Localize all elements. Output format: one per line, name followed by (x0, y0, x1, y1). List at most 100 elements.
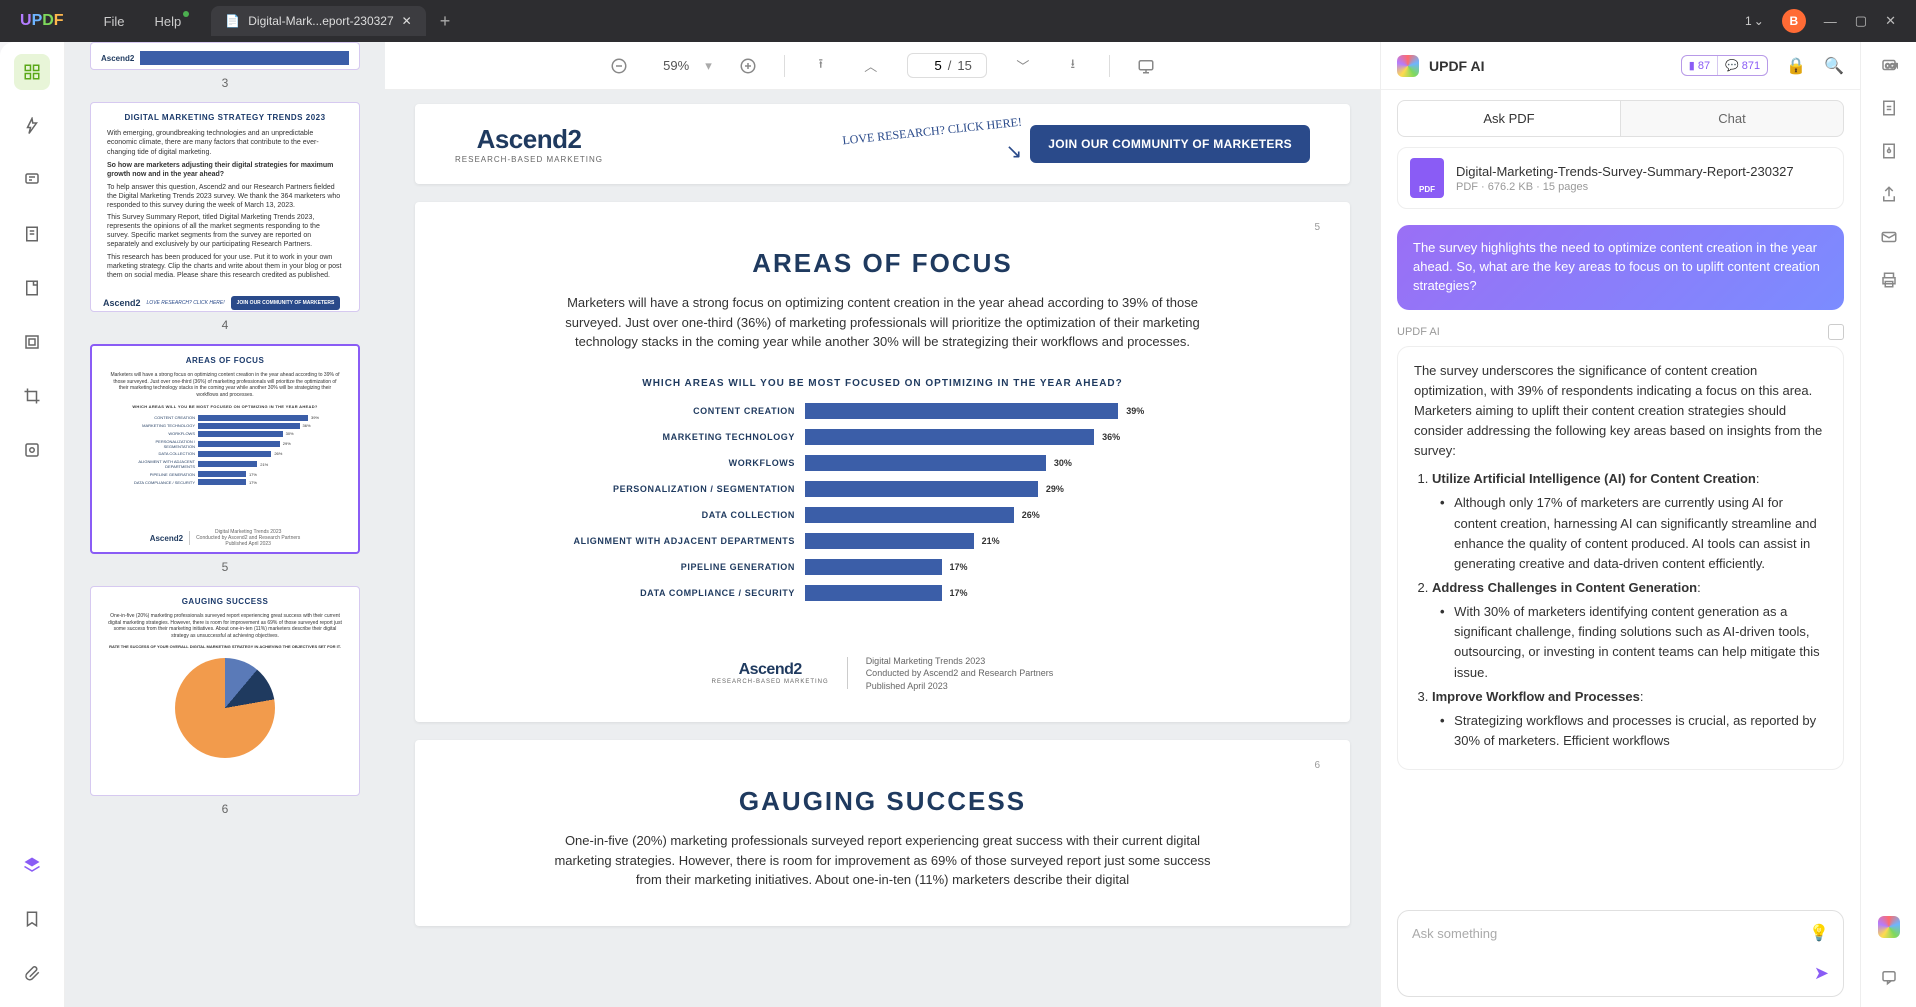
thumbnail[interactable]: DIGITAL MARKETING STRATEGY TRENDS 2023 W… (89, 102, 361, 332)
chat-body[interactable]: The survey highlights the need to optimi… (1381, 219, 1860, 900)
close-tab-icon[interactable]: ✕ (402, 14, 412, 28)
comment-icon[interactable] (14, 162, 50, 198)
file-icon: 📄 (225, 14, 240, 28)
last-page-button[interactable]: ⭳ (1059, 52, 1087, 80)
thumb-title: AREAS OF FOCUS (108, 356, 342, 366)
main-content: Ascend2 3 DIGITAL MARKETING STRATEGY TRE… (0, 42, 1916, 1007)
print-icon[interactable] (1880, 271, 1898, 294)
file-name: Digital-Marketing-Trends-Survey-Summary-… (1456, 164, 1794, 179)
right-sidebar: OCR (1860, 42, 1916, 1007)
arrow-icon: ↘ (1005, 139, 1022, 164)
protect-icon[interactable] (1880, 142, 1898, 165)
copy-icon[interactable] (1828, 324, 1844, 340)
thumb-title: GAUGING SUCCESS (107, 597, 343, 607)
page-input[interactable] (922, 58, 942, 73)
first-page-button[interactable]: ⭱ (807, 52, 835, 80)
maximize-icon[interactable]: ▢ (1855, 13, 1867, 29)
thumb-number: 4 (89, 318, 361, 332)
document-scroll[interactable]: Ascend2 RESEARCH-BASED MARKETING LOVE RE… (385, 90, 1380, 1007)
page-indicator[interactable]: / 15 (907, 53, 987, 78)
credit-badge[interactable]: ▮87 💬871 (1681, 55, 1768, 76)
document-tab[interactable]: 📄 Digital-Mark...eport-230327 ✕ (211, 6, 425, 36)
form-icon[interactable] (14, 432, 50, 468)
next-page-button[interactable]: ﹀ (1009, 52, 1037, 80)
presentation-button[interactable] (1132, 52, 1160, 80)
ai-input-placeholder[interactable]: Ask something (1412, 926, 1809, 941)
attachment-icon[interactable] (14, 955, 50, 991)
body-text: Marketers will have a strong focus on op… (543, 293, 1223, 352)
feedback-icon[interactable] (1880, 968, 1898, 991)
viewer-toolbar: 59% ▾ ⭱ ︿ / 15 ﹀ ⭳ (385, 42, 1380, 90)
app-logo: UPDF (0, 12, 84, 30)
thumb-title: DIGITAL MARKETING STRATEGY TRENDS 2023 (107, 113, 343, 123)
layers-icon[interactable] (14, 847, 50, 883)
page-total: 15 (957, 58, 971, 73)
bookmark-ribbon-icon[interactable] (14, 901, 50, 937)
bookmark-icon[interactable] (14, 216, 50, 252)
ai-float-icon[interactable] (1878, 916, 1900, 938)
tab-bar: 📄 Digital-Mark...eport-230327 ✕ + (211, 6, 450, 36)
convert-icon[interactable] (1880, 99, 1898, 122)
ai-panel: UPDF AI ▮87 💬871 🔒 🔍 Ask PDF Chat Digita… (1380, 42, 1860, 1007)
thumb-number: 5 (89, 560, 361, 574)
ai-title: UPDF AI (1429, 58, 1671, 74)
bar-chart: CONTENT CREATION39%MARKETING TECHNOLOGY3… (475, 403, 1290, 631)
menu-file[interactable]: File (104, 14, 125, 29)
tab-chat[interactable]: Chat (1621, 100, 1844, 137)
chart-title: WHICH AREAS WILL YOU BE MOST FOCUSED ON … (475, 378, 1290, 389)
send-button[interactable]: ➤ (1814, 963, 1829, 984)
thumbnail[interactable]: GAUGING SUCCESS One-in-five (20%) market… (89, 586, 361, 816)
doc-credit-icon: ▮ (1689, 59, 1695, 72)
section-title: GAUGING SUCCESS (475, 786, 1290, 817)
ai-logo-icon (1397, 55, 1419, 77)
edit-icon[interactable] (14, 270, 50, 306)
pie-chart (175, 658, 275, 758)
crop-icon[interactable] (14, 378, 50, 414)
document-viewer: 59% ▾ ⭱ ︿ / 15 ﹀ ⭳ Ascend2 (385, 42, 1380, 1007)
minimize-icon[interactable]: — (1824, 14, 1837, 29)
window-controls: 1⌄ B — ▢ ✕ (1745, 9, 1916, 33)
zoom-in-button[interactable] (734, 52, 762, 80)
thumbnail[interactable]: AREAS OF FOCUS Marketers will have a str… (89, 344, 361, 574)
svg-text:OCR: OCR (1885, 64, 1898, 70)
update-dot-icon (183, 11, 189, 17)
page-number: 6 (1314, 760, 1320, 771)
lightbulb-icon[interactable]: 💡 (1809, 923, 1829, 943)
thumbnail-panel[interactable]: Ascend2 3 DIGITAL MARKETING STRATEGY TRE… (65, 42, 385, 1007)
thumbnail[interactable]: Ascend2 3 (89, 42, 361, 90)
chevron-down-icon: ⌄ (1754, 14, 1764, 28)
prev-page-button[interactable]: ︿ (857, 52, 885, 80)
page-number: 5 (1314, 222, 1320, 233)
pdf-file-icon (1410, 158, 1444, 198)
ascend-logo: Ascend2 RESEARCH-BASED MARKETING (455, 124, 603, 164)
ascend-logo-text: Ascend2 (150, 534, 183, 543)
tab-ask-pdf[interactable]: Ask PDF (1397, 100, 1621, 137)
share-icon[interactable] (1880, 185, 1898, 208)
menu-help[interactable]: Help (155, 14, 182, 29)
close-icon[interactable]: ✕ (1885, 13, 1896, 29)
ocr-tool-icon[interactable]: OCR (1880, 56, 1898, 79)
ocr-icon[interactable] (14, 324, 50, 360)
zoom-value: 59% (655, 56, 697, 75)
left-sidebar (0, 42, 65, 1007)
ai-input-box[interactable]: Ask something 💡 ➤ (1397, 910, 1844, 997)
thumb-number: 3 (89, 76, 361, 90)
titlebar: UPDF File Help 📄 Digital-Mark...eport-23… (0, 0, 1916, 42)
new-tab-button[interactable]: + (440, 11, 451, 32)
ai-tabs: Ask PDF Chat (1381, 90, 1860, 137)
page-footer: Ascend2 RESEARCH-BASED MARKETING Digital… (475, 655, 1290, 693)
zoom-out-button[interactable] (605, 52, 633, 80)
highlight-icon[interactable] (14, 108, 50, 144)
file-meta: PDF · 676.2 KB · 15 pages (1456, 181, 1794, 193)
search-icon[interactable]: 🔍 (1824, 56, 1844, 76)
ai-message: The survey underscores the significance … (1397, 346, 1844, 771)
notification-badge[interactable]: 1⌄ (1745, 14, 1764, 28)
lock-icon[interactable]: 🔒 (1786, 56, 1806, 76)
thumbnails-icon[interactable] (14, 54, 50, 90)
zoom-dropdown-icon[interactable]: ▾ (705, 58, 712, 74)
cta-button[interactable]: JOIN OUR COMMUNITY OF MARKETERS (1030, 125, 1310, 163)
thumb-number: 6 (89, 802, 361, 816)
email-icon[interactable] (1880, 228, 1898, 251)
user-avatar[interactable]: B (1782, 9, 1806, 33)
body-text: One-in-five (20%) marketing professional… (543, 831, 1223, 890)
